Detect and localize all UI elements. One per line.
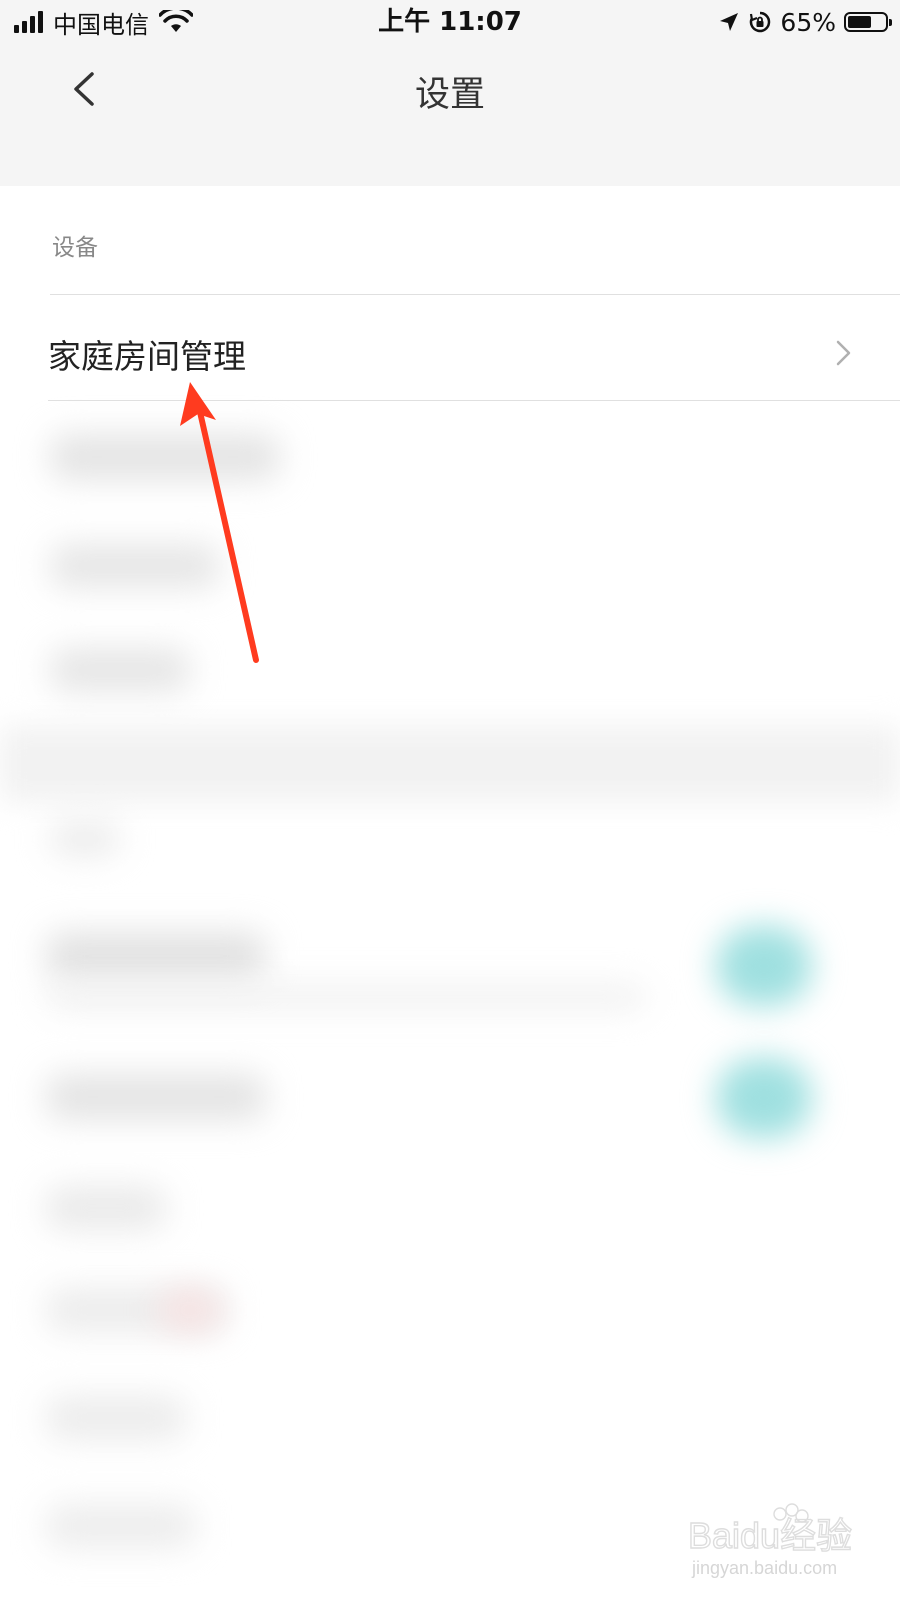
blurred-row-label xyxy=(46,1396,186,1440)
blurred-row-label xyxy=(46,932,266,980)
battery-icon xyxy=(844,12,892,32)
navigation-header: 设置 xyxy=(0,44,900,186)
section-header-devices: 设备 xyxy=(52,235,98,261)
blurred-row-label xyxy=(46,1186,166,1230)
chevron-right-icon xyxy=(836,340,851,366)
page-title: 设置 xyxy=(414,75,485,115)
list-item-home-room-management[interactable]: 家庭房间管理 xyxy=(0,302,900,406)
blurred-toggle-switch[interactable] xyxy=(716,926,812,1006)
battery-level-fill xyxy=(848,16,871,28)
blurred-row-label xyxy=(46,1504,196,1548)
blurred-badge xyxy=(160,1290,220,1330)
watermark-logo: Baidu经验 xyxy=(688,1515,852,1556)
section-divider xyxy=(50,294,900,295)
red-annotation-arrow xyxy=(180,382,259,663)
status-bar-right: 65% xyxy=(718,6,892,38)
blurred-toggle-switch[interactable] xyxy=(716,1058,812,1138)
status-bar: 中国电信 上午 11:07 65% xyxy=(0,0,900,44)
blurred-section-label xyxy=(50,822,120,856)
settings-content: 设备 家庭房间管理 xyxy=(0,186,900,1600)
blurred-section-gap xyxy=(0,726,900,802)
blurred-row-description xyxy=(46,986,646,1008)
location-arrow-icon xyxy=(720,13,739,31)
rotation-lock-icon xyxy=(750,11,771,33)
battery-percent: 65% xyxy=(780,7,836,37)
blurred-row-label xyxy=(46,1074,266,1120)
watermark-url: jingyan.baidu.com xyxy=(692,1558,838,1578)
